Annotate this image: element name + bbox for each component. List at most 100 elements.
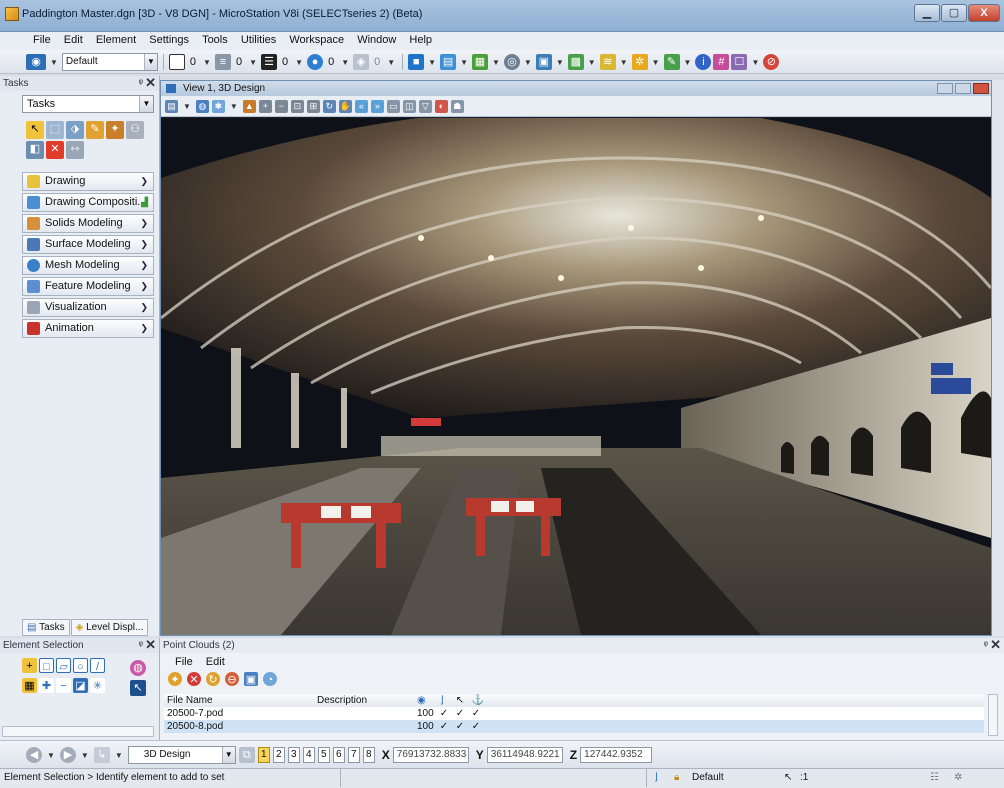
layers-icon[interactable]: ≋ [599, 54, 616, 70]
clip-mask-icon[interactable]: ▽ [418, 99, 432, 113]
snap-check[interactable]: ✓ [469, 720, 487, 733]
view-button-3[interactable]: 3 [287, 747, 300, 763]
line-style-icon[interactable]: ≡ [214, 54, 231, 70]
raster-icon[interactable]: ▣ [535, 54, 552, 70]
lock-icon[interactable]: 🔒︎ [674, 769, 679, 787]
view-groups-icon[interactable]: ↳ [93, 747, 110, 763]
add-mode-icon[interactable]: ✚ [39, 678, 54, 693]
active-level-icon[interactable]: ◉ [26, 54, 46, 70]
view-rotation-icon[interactable]: ✱ [211, 99, 225, 113]
color-value[interactable]: 0 [187, 56, 199, 68]
block-select-icon[interactable]: □ [39, 658, 54, 673]
select-all-icon[interactable]: ↖ [130, 680, 146, 696]
element-selection-scrollbar[interactable] [2, 726, 154, 737]
individual-select-icon[interactable]: + [22, 658, 37, 673]
measure-icon[interactable]: ⇿ [66, 141, 84, 159]
task-group-feature-modeling[interactable]: Feature Modeling ❯ [22, 277, 154, 296]
task-group-visualization[interactable]: Visualization ❯ [22, 298, 154, 317]
circle-select-icon[interactable]: ○ [73, 658, 88, 673]
task-group-solids-modeling[interactable]: Solids Modeling ❯ [22, 214, 154, 233]
reload-point-cloud-icon[interactable]: ↻ [206, 672, 220, 686]
transparency-value[interactable]: 0 [325, 56, 337, 68]
copy-view-icon[interactable]: ▭ [386, 99, 400, 113]
group-icon[interactable]: ⚇ [126, 121, 144, 139]
chevron-down-icon[interactable]: ▼ [492, 58, 500, 67]
chevron-down-icon[interactable]: ▼ [588, 58, 596, 67]
chevron-down-icon[interactable]: ▼ [47, 751, 55, 760]
attach-point-cloud-icon[interactable]: ✦ [168, 672, 182, 686]
view-group-combo[interactable]: 3D Design ▼ [127, 746, 236, 764]
chevron-down-icon[interactable]: ▼ [387, 58, 395, 67]
menu-window[interactable]: Window [352, 32, 401, 48]
column-file-name[interactable]: File Name [164, 694, 314, 707]
info-icon[interactable]: i [695, 54, 712, 70]
zoom-out-icon[interactable]: − [274, 99, 288, 113]
clear-mode-icon[interactable]: ✳ [90, 678, 105, 693]
view-close-button[interactable] [973, 83, 989, 94]
stop-icon[interactable]: ⊘ [763, 54, 780, 70]
element-info-icon[interactable]: ■ [408, 54, 425, 70]
chevron-down-icon[interactable]: ▼ [249, 58, 257, 67]
delete-part-icon[interactable]: ⬗ [66, 121, 84, 139]
priority-icon[interactable]: ◈ [353, 54, 370, 70]
transparency-icon[interactable]: ● [307, 54, 324, 70]
light-manager-icon[interactable]: ✲ [631, 54, 648, 70]
line-weight-icon[interactable]: ☰ [261, 54, 278, 70]
chevron-down-icon[interactable]: ▼ [81, 751, 89, 760]
classification-icon[interactable]: ◔ [263, 672, 277, 686]
menu-element[interactable]: Element [91, 32, 141, 48]
style-value[interactable]: 0 [233, 56, 245, 68]
chevron-down-icon[interactable]: ▼ [295, 58, 303, 67]
task-group-drawing[interactable]: Drawing ❯ [22, 172, 154, 191]
view-settings-icon[interactable]: ▣ [244, 672, 258, 686]
task-group-mesh-modeling[interactable]: Mesh Modeling ❯ [22, 256, 154, 275]
close-icon[interactable]: ✕ [145, 637, 156, 652]
point-clouds-scrollbar[interactable] [988, 694, 998, 736]
pin-icon[interactable]: ᵠ [984, 638, 988, 653]
column-locate[interactable]: ↖ [453, 694, 469, 707]
task-group-animation[interactable]: Animation ❯ [22, 319, 154, 338]
pc-menu-file[interactable]: File [170, 654, 198, 670]
weight-value[interactable]: 0 [279, 56, 291, 68]
tab-tasks[interactable]: ▤ Tasks [22, 619, 70, 636]
design-history-icon[interactable]: ☷ [930, 769, 939, 787]
density-cell[interactable]: 100 [414, 707, 437, 720]
view-attributes-icon[interactable]: ▤ [165, 99, 178, 113]
y-coordinate-field[interactable]: 36114948.9221 [486, 747, 563, 763]
chevron-down-icon[interactable]: ▼ [203, 58, 211, 67]
close-icon[interactable]: ✕ [990, 637, 1001, 652]
display-icon[interactable]: ☐ [731, 54, 748, 70]
chevron-down-icon[interactable]: ▼ [115, 751, 123, 760]
task-group-drawing-composition[interactable]: Drawing Compositi... ▟ [22, 193, 154, 212]
menu-edit[interactable]: Edit [59, 32, 88, 48]
maximize-button[interactable]: ▢ [941, 4, 967, 22]
view-next-icon[interactable]: » [370, 99, 384, 113]
chevron-down-icon[interactable]: ▼ [684, 58, 692, 67]
view-button-5[interactable]: 5 [317, 747, 330, 763]
walk-icon[interactable]: ☗ [450, 99, 464, 113]
color-swatch-icon[interactable] [168, 54, 185, 70]
minimize-button[interactable]: ▁ [914, 4, 940, 22]
density-cell[interactable]: 100 [414, 720, 437, 733]
fence-icon[interactable]: ⬚ [46, 121, 64, 139]
change-attributes-icon[interactable]: ◧ [26, 141, 44, 159]
materials-icon[interactable]: ✎ [663, 54, 680, 70]
view-minimize-button[interactable] [937, 83, 953, 94]
menu-file[interactable]: File [28, 32, 56, 48]
microstation-app-icon[interactable] [5, 7, 19, 21]
update-view-icon[interactable]: ▲ [242, 99, 256, 113]
locate-check[interactable]: ✓ [453, 720, 469, 733]
view-button-7[interactable]: 7 [347, 747, 360, 763]
display-style-icon[interactable]: ◍ [195, 99, 209, 113]
display-check[interactable]: ✓ [437, 707, 453, 720]
view-button-1[interactable]: 1 [257, 747, 270, 763]
window-area-icon[interactable]: ⊡ [290, 99, 304, 113]
zoom-in-icon[interactable]: + [258, 99, 272, 113]
references-icon[interactable]: ▤ [440, 54, 457, 70]
view-previous-icon[interactable]: « [354, 99, 368, 113]
snap-mode-icon[interactable]: ⌋ [654, 769, 658, 787]
saved-views-icon[interactable]: ▩ [567, 54, 584, 70]
modify-icon[interactable]: ✎ [86, 121, 104, 139]
menu-help[interactable]: Help [404, 32, 437, 48]
forward-icon[interactable]: ▶ [59, 747, 76, 763]
